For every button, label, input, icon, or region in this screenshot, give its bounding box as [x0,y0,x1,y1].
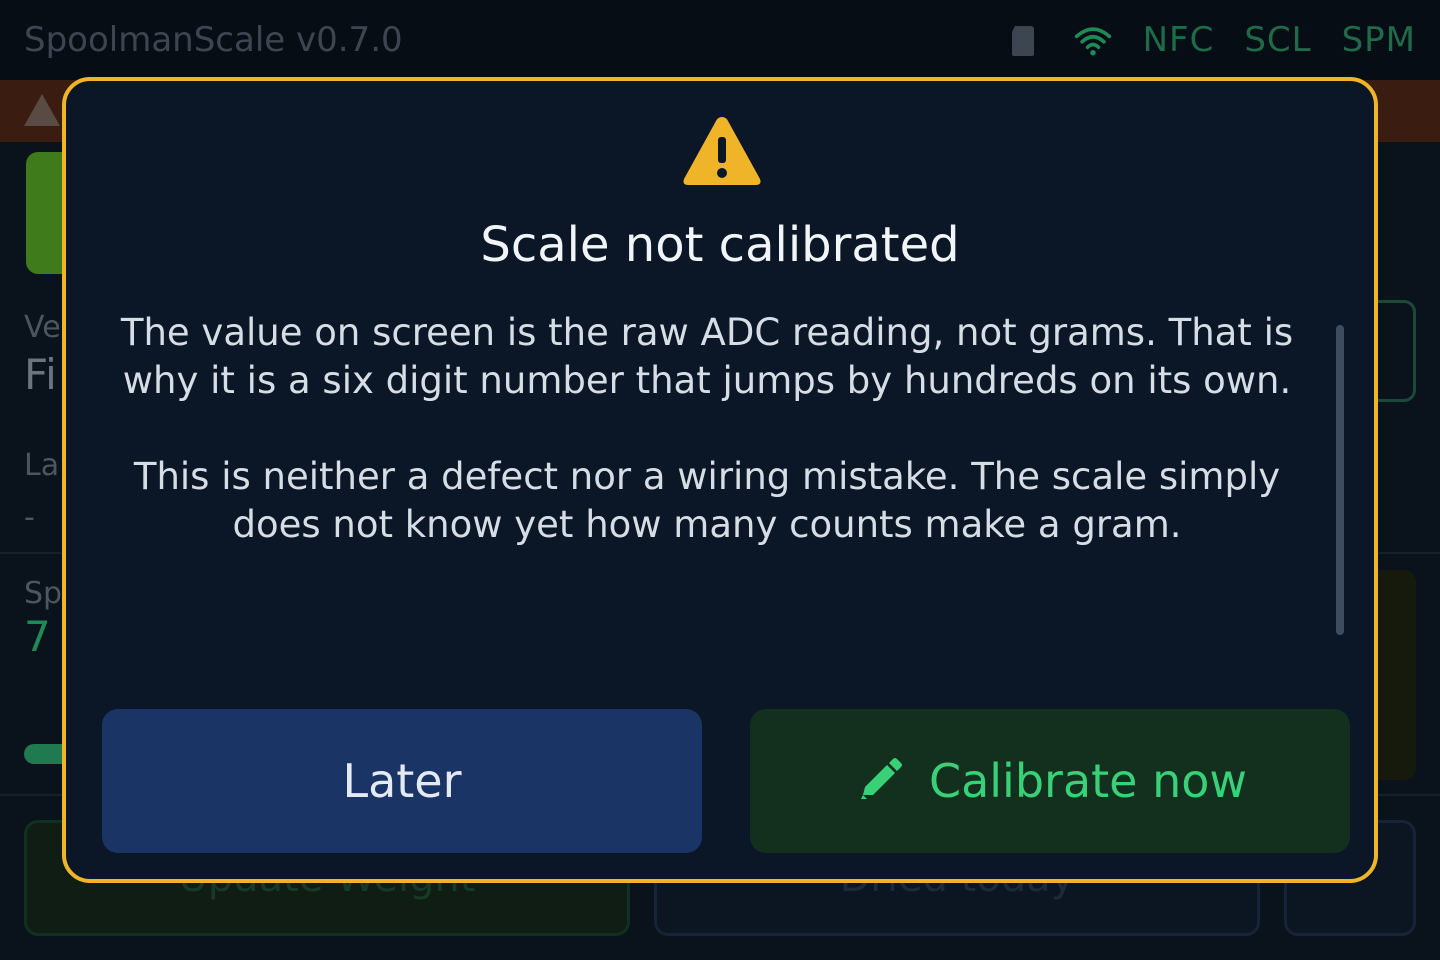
calibrate-now-label: Calibrate now [928,754,1248,808]
status-scale: SCL [1244,20,1312,60]
calibrate-now-button[interactable]: Calibrate now [750,709,1350,853]
warning-icon [22,92,62,128]
top-bar: SpoolmanScale v0.7.0 NFC SCL SPM [0,0,1440,80]
status-icons: NFC SCL SPM [1003,20,1416,60]
sd-card-icon [1003,20,1043,60]
last-label: La [24,448,60,483]
later-button[interactable]: Later [102,709,702,853]
wifi-icon [1073,20,1113,60]
app-root: SpoolmanScale v0.7.0 NFC SCL SPM Ve Fi L… [0,0,1440,960]
later-button-label: Later [342,754,462,808]
last-value: - [24,500,35,535]
status-spoolman: SPM [1341,20,1416,60]
calibration-warning-dialog: Scale not calibrated The value on screen… [62,77,1378,883]
app-title: SpoolmanScale v0.7.0 [24,20,403,60]
spool-label: Sp [24,576,63,611]
dialog-body: The value on screen is the raw ADC readi… [92,309,1322,549]
dialog-paragraph: This is neither a defect nor a wiring mi… [133,455,1281,546]
dialog-title: Scale not calibrated [480,217,960,273]
dialog-paragraph: The value on screen is the raw ADC readi… [120,311,1294,402]
vendor-value: Fi [24,350,57,399]
spool-weight-value: 7 [24,612,51,661]
pencil-icon [853,755,905,807]
dialog-scrollbar[interactable] [1336,325,1346,635]
warning-icon [680,113,764,189]
vendor-label: Ve [24,310,61,345]
status-nfc: NFC [1142,20,1215,60]
scrollbar-thumb[interactable] [1336,325,1344,635]
